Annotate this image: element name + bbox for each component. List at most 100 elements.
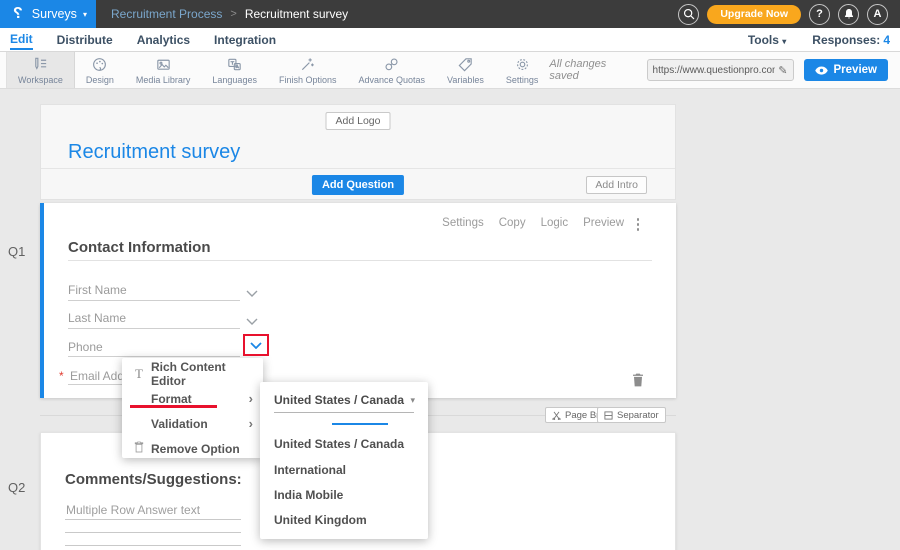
toolbar-item-advance-quotas[interactable]: Advance Quotas bbox=[347, 52, 436, 88]
chevron-down-icon: ▾ bbox=[83, 10, 87, 19]
notifications-button[interactable] bbox=[838, 4, 859, 25]
select-underline bbox=[274, 412, 414, 413]
question-label-q2: Q2 bbox=[8, 480, 25, 495]
submenu-arrow-icon: › bbox=[249, 394, 253, 404]
toolbar-right: All changes saved ✎ Preview bbox=[549, 52, 900, 88]
topbar-actions: Upgrade Now ? A bbox=[678, 4, 900, 25]
toolbar-item-finish-options[interactable]: Finish Options bbox=[268, 52, 348, 88]
search-icon bbox=[683, 8, 695, 20]
toolbar-item-languages[interactable]: Languages bbox=[201, 52, 268, 88]
answer-underline bbox=[65, 532, 241, 533]
responses-count: 4 bbox=[883, 33, 890, 47]
field-label-phone[interactable]: Phone bbox=[68, 340, 103, 354]
workspace-icon bbox=[32, 56, 49, 73]
toolbar-item-variables[interactable]: Variables bbox=[436, 52, 495, 88]
tab-integration[interactable]: Integration bbox=[214, 30, 276, 49]
survey-title[interactable]: Recruitment survey bbox=[68, 141, 240, 164]
nav-right: Tools ▾ Responses:4 bbox=[748, 33, 900, 47]
chevron-down-icon: ▾ bbox=[782, 37, 786, 46]
question-copy-link[interactable]: Copy bbox=[499, 217, 526, 229]
question-logic-link[interactable]: Logic bbox=[541, 217, 569, 229]
tab-distribute[interactable]: Distribute bbox=[57, 30, 113, 49]
field-underline bbox=[68, 300, 240, 301]
search-button[interactable] bbox=[678, 4, 699, 25]
answer-placeholder[interactable]: Multiple Row Answer text bbox=[66, 503, 200, 517]
menu-item-remove-option[interactable]: Remove Option bbox=[122, 436, 263, 461]
save-status: All changes saved bbox=[549, 58, 636, 82]
format-option-us-canada[interactable]: United States / Canada bbox=[274, 437, 404, 457]
text-format-icon: T bbox=[131, 366, 147, 382]
format-submenu: United States / Canada ▾ United States /… bbox=[260, 382, 428, 539]
bell-icon bbox=[843, 8, 855, 20]
field-underline bbox=[68, 328, 240, 329]
question-settings-link[interactable]: Settings bbox=[442, 217, 484, 229]
add-question-button[interactable]: Add Question bbox=[312, 175, 404, 195]
question-title-divider bbox=[68, 260, 652, 261]
breadcrumb: Recruitment Process > Recruitment survey bbox=[111, 7, 348, 21]
upgrade-button[interactable]: Upgrade Now bbox=[707, 5, 801, 24]
help-icon: ? bbox=[816, 8, 823, 20]
tab-edit[interactable]: Edit bbox=[10, 29, 33, 50]
toolbar-item-design[interactable]: Design bbox=[75, 52, 125, 88]
menu-item-validation[interactable]: Validation › bbox=[122, 411, 263, 436]
editor-toolbar: Workspace Design Media Library Languages… bbox=[0, 52, 900, 89]
toolbar-item-settings[interactable]: Settings bbox=[495, 52, 550, 88]
question-title-q2[interactable]: Comments/Suggestions: bbox=[65, 471, 242, 488]
tools-dropdown[interactable]: Tools ▾ bbox=[748, 33, 786, 47]
avatar[interactable]: A bbox=[867, 4, 888, 25]
question-label-q1: Q1 bbox=[8, 244, 25, 259]
field-label-first-name[interactable]: First Name bbox=[68, 283, 127, 297]
field-underline bbox=[68, 356, 240, 357]
trash-icon bbox=[632, 373, 644, 387]
share-url-input[interactable] bbox=[653, 65, 776, 76]
field-label-last-name[interactable]: Last Name bbox=[68, 311, 126, 325]
format-select-value[interactable]: United States / Canada bbox=[274, 393, 404, 407]
toolbar-item-workspace[interactable]: Workspace bbox=[6, 52, 75, 88]
breadcrumb-parent[interactable]: Recruitment Process bbox=[111, 7, 222, 21]
chevron-down-icon bbox=[246, 290, 258, 297]
languages-icon bbox=[226, 56, 243, 73]
design-icon bbox=[91, 56, 108, 73]
format-option-international[interactable]: International bbox=[274, 463, 346, 483]
question-preview-link[interactable]: Preview bbox=[583, 217, 624, 229]
survey-editor: ? Surveys ▾ Recruitment Process > Recrui… bbox=[0, 0, 900, 550]
kebab-menu-icon[interactable] bbox=[636, 217, 641, 232]
annotation-phone-dropdown[interactable] bbox=[243, 334, 269, 356]
add-intro-button[interactable]: Add Intro bbox=[586, 176, 647, 194]
media-library-icon bbox=[155, 56, 172, 73]
format-option-india-mobile[interactable]: India Mobile bbox=[274, 488, 343, 508]
menu-item-rich-content-editor[interactable]: T Rich Content Editor bbox=[122, 361, 263, 386]
separator-icon bbox=[604, 411, 613, 420]
topbar: ? Surveys ▾ Recruitment Process > Recrui… bbox=[0, 0, 900, 28]
select-active-indicator bbox=[332, 423, 388, 425]
answer-underline bbox=[65, 519, 241, 520]
field-dropdown-first-name[interactable] bbox=[246, 284, 258, 302]
product-switcher-label: Surveys bbox=[32, 7, 77, 21]
submenu-arrow-icon: › bbox=[249, 419, 253, 429]
add-logo-button[interactable]: Add Logo bbox=[326, 112, 391, 130]
survey-header-actions: Add Question Add Intro bbox=[41, 168, 675, 200]
share-url-box: ✎ bbox=[647, 59, 794, 81]
field-context-menu: T Rich Content Editor Format › Validatio… bbox=[122, 358, 263, 458]
preview-button[interactable]: Preview bbox=[804, 59, 888, 81]
tab-analytics[interactable]: Analytics bbox=[137, 30, 190, 49]
edit-url-icon[interactable]: ✎ bbox=[778, 64, 787, 77]
separator-button[interactable]: Separator bbox=[597, 407, 666, 423]
question-title-q1[interactable]: Contact Information bbox=[68, 239, 211, 256]
delete-question-button[interactable] bbox=[632, 373, 644, 392]
chevron-down-icon bbox=[246, 318, 258, 325]
help-button[interactable]: ? bbox=[809, 4, 830, 25]
finish-options-icon bbox=[299, 56, 316, 73]
toolbar-item-media-library[interactable]: Media Library bbox=[125, 52, 202, 88]
questionpro-logo-icon: ? bbox=[13, 5, 23, 23]
trash-icon bbox=[131, 441, 147, 456]
select-caret-icon[interactable]: ▾ bbox=[410, 395, 415, 406]
responses-counter[interactable]: Responses:4 bbox=[812, 33, 890, 47]
settings-icon bbox=[514, 56, 531, 73]
product-switcher[interactable]: ? Surveys ▾ bbox=[0, 0, 96, 28]
breadcrumb-separator-icon: > bbox=[230, 8, 236, 20]
variables-icon bbox=[457, 56, 474, 73]
format-option-united-kingdom[interactable]: United Kingdom bbox=[274, 513, 367, 533]
advance-quotas-icon bbox=[383, 56, 400, 73]
field-dropdown-last-name[interactable] bbox=[246, 312, 258, 330]
